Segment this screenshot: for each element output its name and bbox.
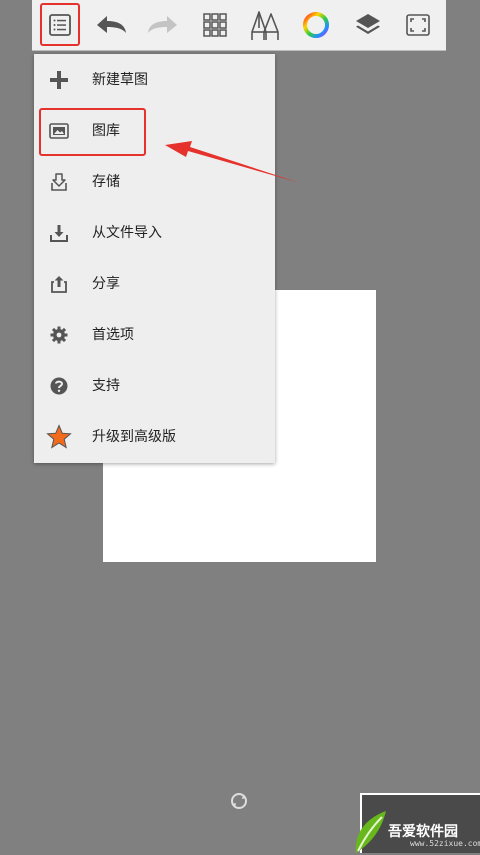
leaf-logo-icon [355,811,386,853]
annotation-arrow [165,141,300,183]
sync-icon[interactable] [229,791,249,811]
watermark-url: www.52zixue.com [410,839,480,848]
watermark-title: 吾爱软件园 [388,824,458,840]
watermark: 吾爱软件园 www.52zixue.com [355,793,480,853]
